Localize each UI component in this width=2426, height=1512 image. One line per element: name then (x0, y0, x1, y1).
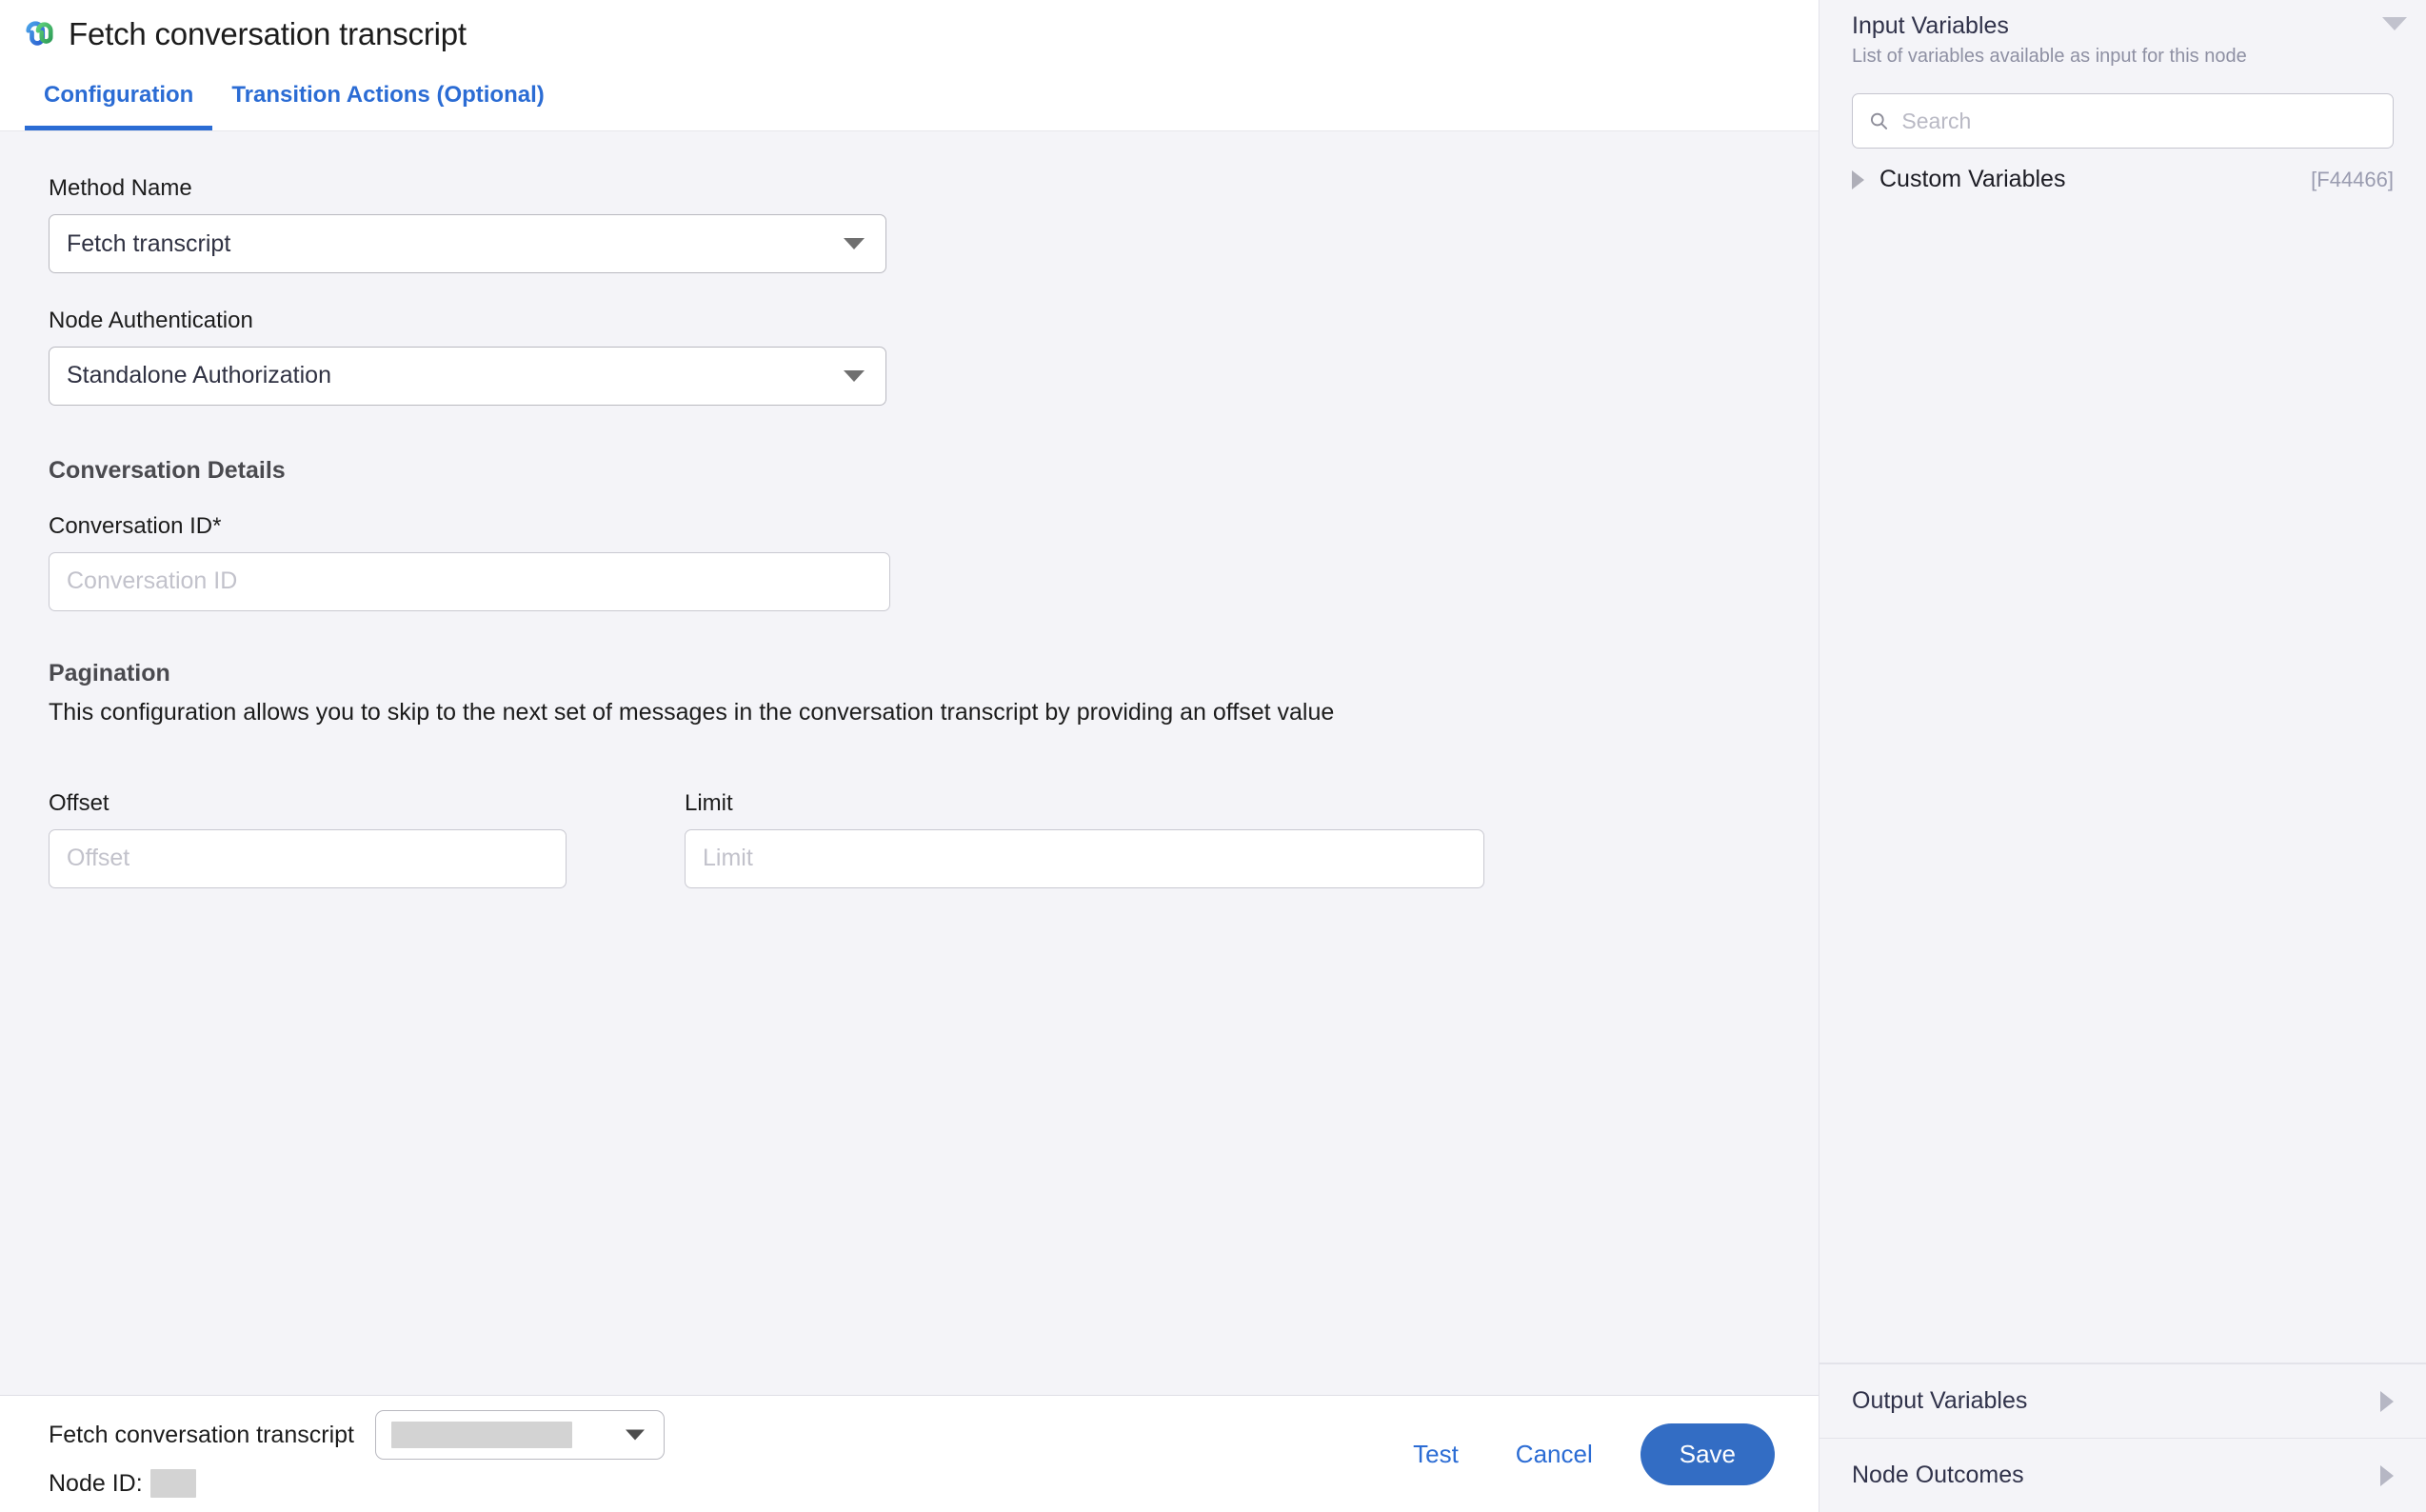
conversation-details-heading: Conversation Details (49, 456, 286, 484)
pagination-fields-row: Offset Limit (0, 790, 1819, 888)
conversation-id-label: Conversation ID* (49, 512, 222, 539)
chevron-down-icon[interactable] (2382, 17, 2407, 30)
node-id-redacted-value (149, 1469, 196, 1498)
method-name-select[interactable]: Fetch transcript (49, 214, 886, 274)
search-icon (1870, 113, 1888, 130)
chevron-down-icon (625, 1429, 645, 1441)
page-title: Fetch conversation transcript (69, 16, 467, 51)
footer-node-info: Fetch conversation transcript Node ID: (49, 1410, 665, 1498)
chevron-right-icon (2380, 1390, 2394, 1412)
search-input[interactable] (1901, 108, 2377, 134)
offset-input[interactable] (49, 828, 567, 888)
node-id-label: Node ID: (49, 1469, 143, 1497)
variable-group-custom-variables[interactable]: Custom Variables [F44466] (1820, 149, 2426, 193)
node-authentication-field: Node Authentication Standalone Authoriza… (0, 308, 1819, 406)
test-button[interactable]: Test (1384, 1430, 1487, 1479)
configuration-form: Method Name Fetch transcript Node Authen… (0, 131, 1819, 1395)
title-row: Fetch conversation transcript (0, 0, 1819, 67)
variable-group-label: Custom Variables (1879, 166, 2066, 193)
node-authentication-select[interactable]: Standalone Authorization (49, 346, 886, 406)
tab-transition-actions[interactable]: Transition Actions (Optional) (212, 67, 563, 130)
footer-node-name: Fetch conversation transcript (49, 1421, 354, 1448)
tab-configuration[interactable]: Configuration (25, 67, 213, 131)
save-button[interactable]: Save (1640, 1422, 1775, 1485)
node-configuration-screen: Fetch conversation transcript Configurat… (0, 0, 2426, 1512)
cancel-button[interactable]: Cancel (1487, 1430, 1621, 1479)
chevron-down-icon (844, 238, 865, 250)
input-variables-subtitle: List of variables available as input for… (1852, 46, 2247, 68)
chevron-down-icon (844, 369, 865, 382)
chevron-right-icon (1852, 169, 1864, 189)
node-outcomes-label: Node Outcomes (1852, 1462, 2024, 1488)
pagination-heading: Pagination (49, 659, 170, 686)
teams-logo-icon (26, 21, 53, 46)
offset-field: Offset (49, 790, 567, 888)
limit-label: Limit (685, 790, 733, 817)
method-name-label: Method Name (49, 175, 192, 202)
offset-label: Offset (49, 790, 109, 817)
redacted-value (390, 1422, 572, 1448)
variable-group-code: [F44466] (2311, 167, 2394, 191)
node-authentication-label: Node Authentication (49, 308, 253, 334)
limit-field: Limit (685, 790, 1484, 888)
conversation-id-field: Conversation ID* (0, 513, 1819, 611)
input-variables-panel: Input Variables List of variables availa… (1820, 0, 2426, 1363)
section-node-outcomes[interactable]: Node Outcomes (1820, 1438, 2426, 1512)
variables-search-box[interactable] (1852, 93, 2394, 149)
footer-bar: Fetch conversation transcript Node ID: T… (0, 1395, 1819, 1512)
input-variables-header: Input Variables List of variables availa… (1820, 0, 2426, 69)
node-authentication-value: Standalone Authorization (67, 362, 331, 389)
tab-bar: Configuration Transition Actions (Option… (0, 67, 1819, 132)
footer-node-select[interactable] (374, 1410, 665, 1460)
method-name-field: Method Name Fetch transcript (0, 175, 1819, 274)
method-name-value: Fetch transcript (67, 229, 231, 257)
right-sidebar: Input Variables List of variables availa… (1820, 0, 2426, 1512)
footer-node-row: Fetch conversation transcript (49, 1410, 665, 1460)
main-header: Fetch conversation transcript Configurat… (0, 0, 1819, 132)
limit-input[interactable] (685, 828, 1484, 888)
footer-actions: Test Cancel Save (1384, 1422, 1775, 1485)
conversation-id-input[interactable] (49, 551, 890, 611)
footer-node-id-row: Node ID: (49, 1469, 665, 1498)
output-variables-label: Output Variables (1852, 1387, 2028, 1414)
pagination-description: This configuration allows you to skip to… (49, 698, 1335, 726)
section-output-variables[interactable]: Output Variables (1820, 1363, 2426, 1438)
chevron-right-icon (2380, 1464, 2394, 1486)
main-panel: Fetch conversation transcript Configurat… (0, 0, 1820, 1512)
input-variables-title: Input Variables (1852, 12, 2009, 39)
